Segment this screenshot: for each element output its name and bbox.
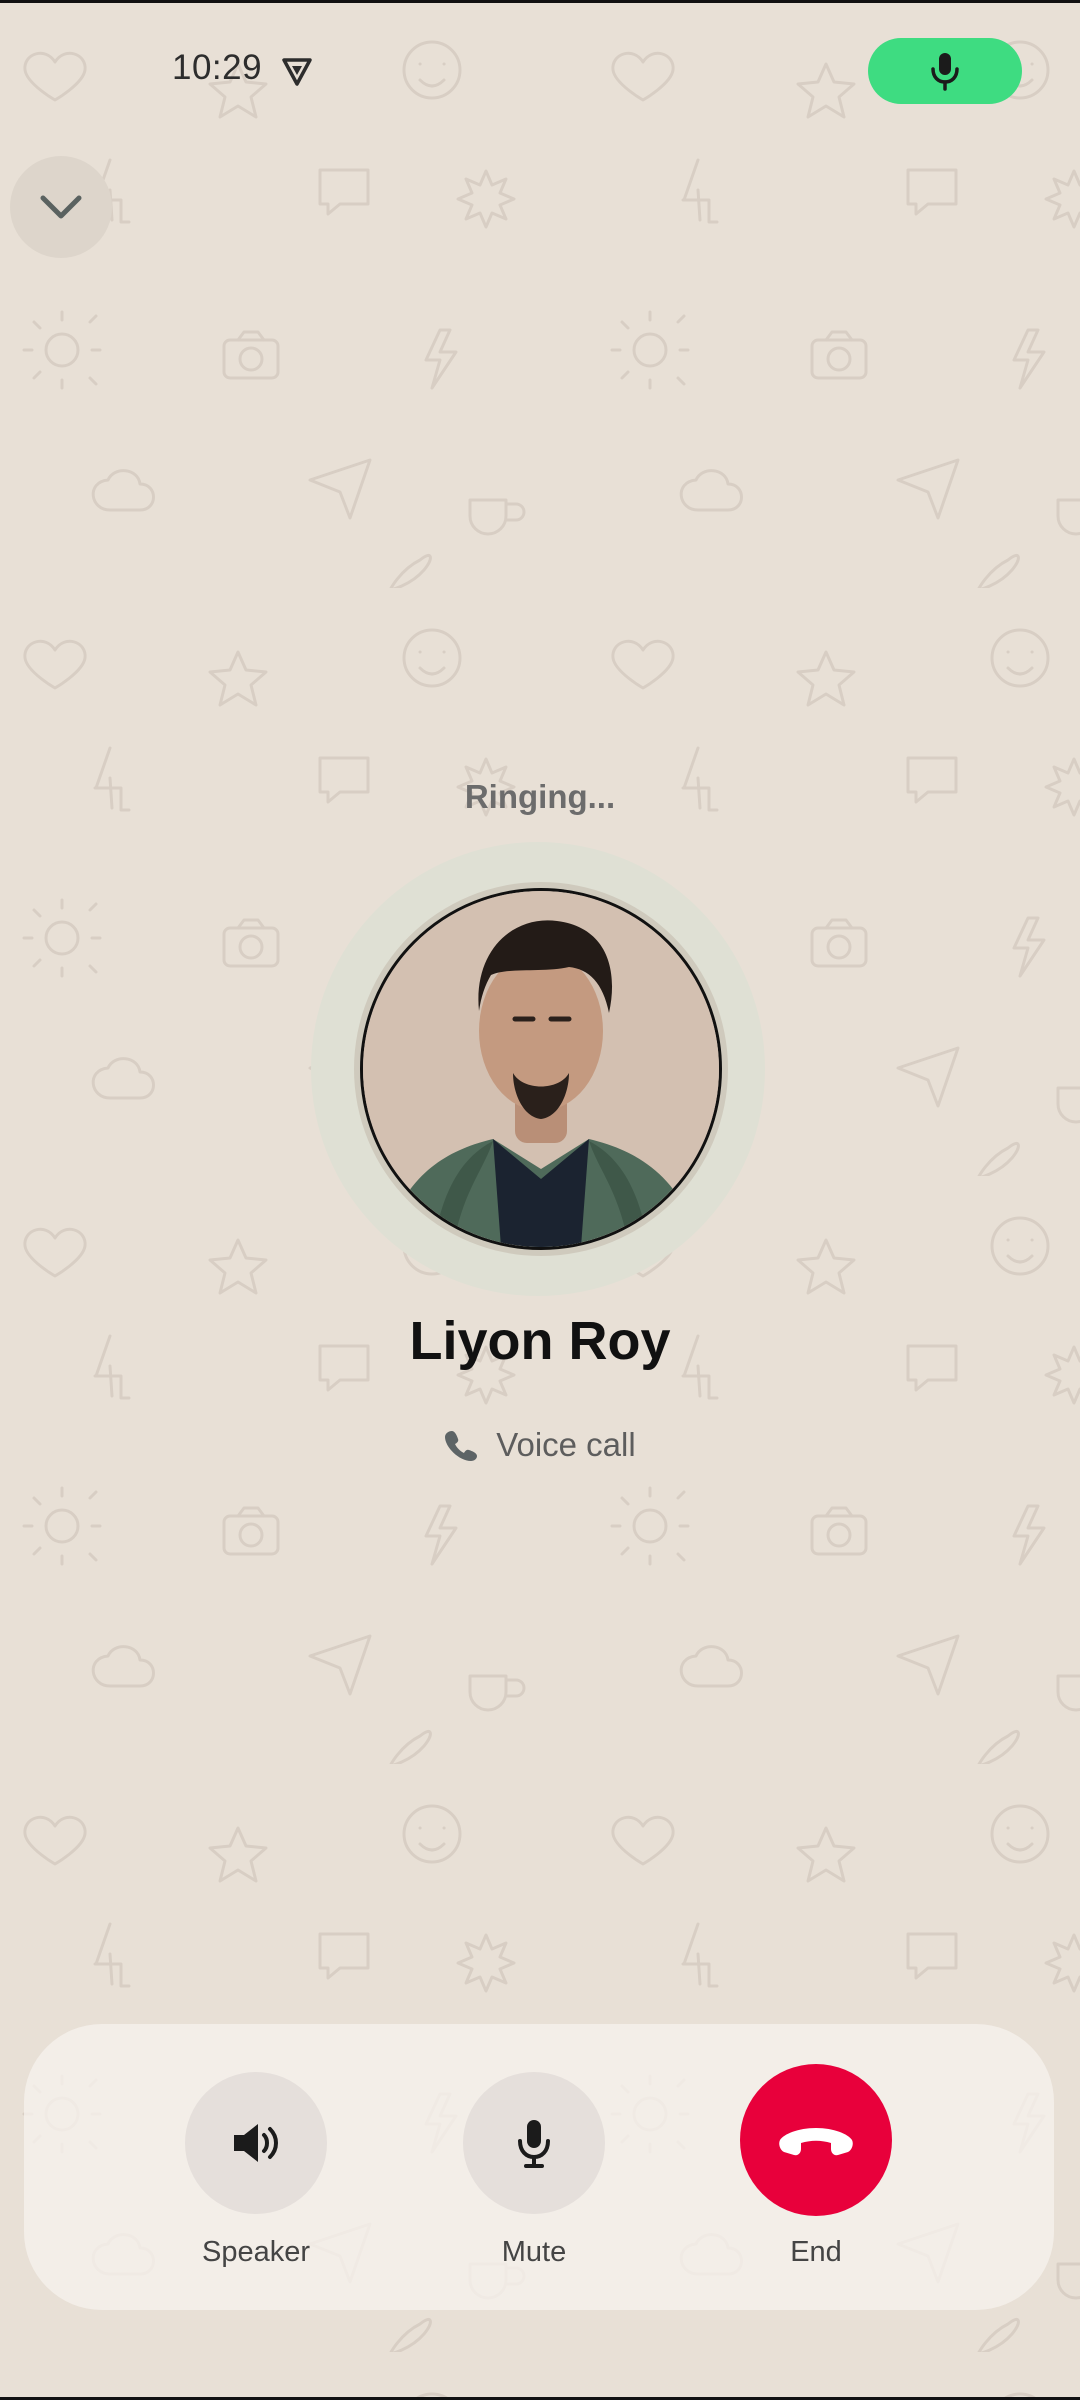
hang-up-icon [779, 2128, 853, 2156]
vpn-shield-icon [282, 58, 312, 86]
speaker-icon [234, 2124, 278, 2162]
end-control: End [716, 2024, 916, 2310]
end-call-button[interactable] [740, 2064, 892, 2216]
speaker-control: Speaker [156, 2024, 356, 2310]
phone-icon [445, 1431, 478, 1461]
speaker-button[interactable] [185, 2072, 327, 2214]
call-type-label: Voice call [496, 1426, 636, 1463]
call-type: Voice call [0, 1426, 1080, 1464]
contact-avatar [360, 888, 722, 1250]
chevron-down-icon [40, 195, 82, 219]
mute-label: Mute [501, 2236, 567, 2268]
status-bar: 10:29 [0, 0, 1080, 140]
mute-button[interactable] [463, 2072, 605, 2214]
contact-portrait-illustration [363, 891, 719, 1247]
contact-name: Liyon Roy [409, 1311, 671, 1371]
microphone-icon [518, 2120, 550, 2168]
speaker-label: Speaker [201, 2236, 310, 2268]
status-time: 10:29 [172, 48, 263, 87]
microphone-icon [931, 53, 959, 91]
collapse-call-button[interactable] [10, 156, 112, 258]
active-mic-indicator[interactable] [868, 38, 1022, 104]
call-controls-panel: Speaker Mute End [24, 2024, 1054, 2310]
call-status: Ringing... [464, 778, 616, 815]
mute-control: Mute [434, 2024, 634, 2310]
end-label: End [790, 2236, 842, 2268]
